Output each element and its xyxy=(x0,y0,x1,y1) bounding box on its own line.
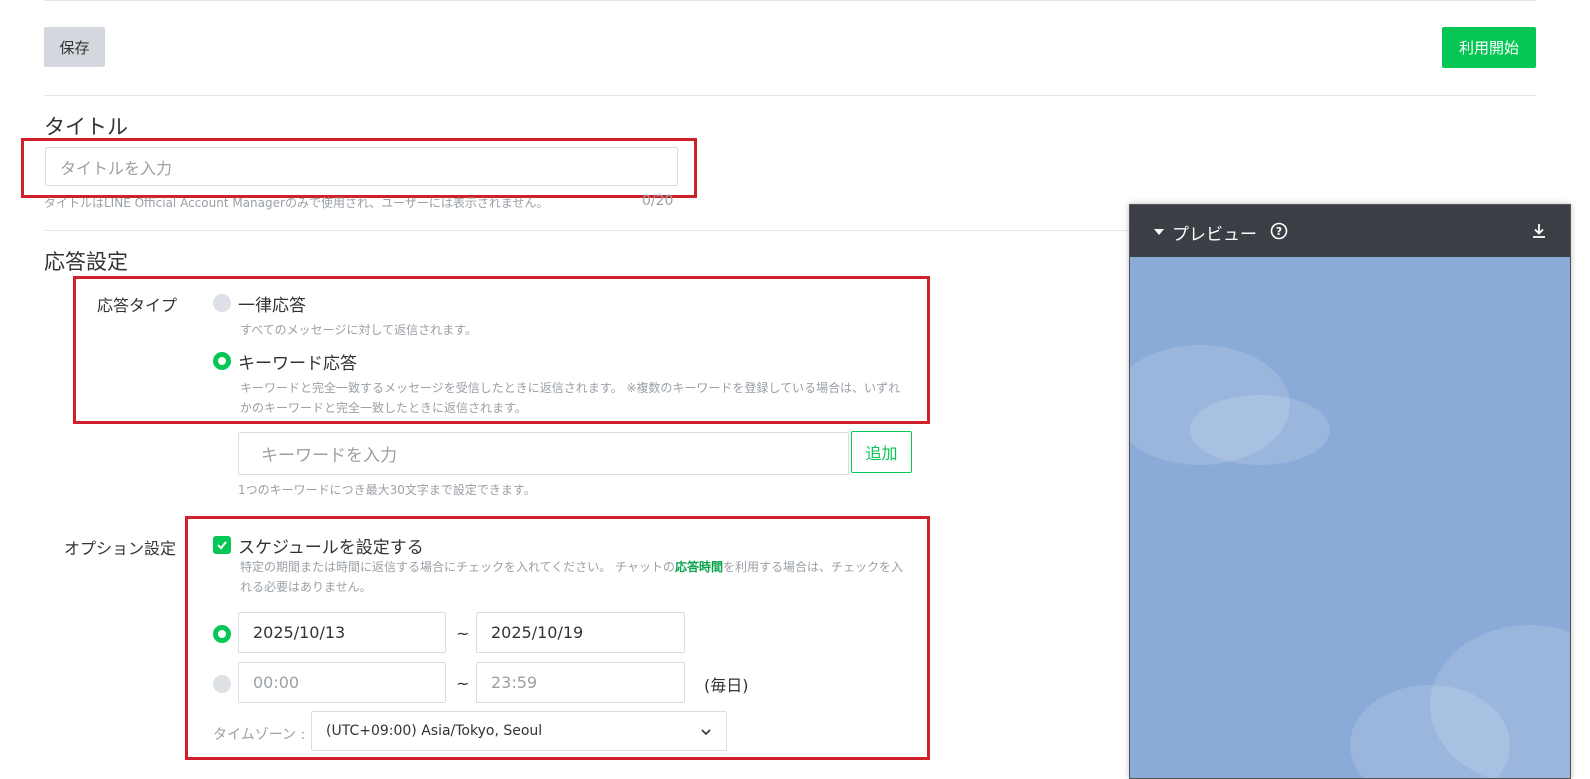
toolbar-divider xyxy=(44,95,1536,96)
help-icon[interactable]: ? xyxy=(1270,222,1288,240)
business-hours-link[interactable]: 応答時間 xyxy=(675,560,723,574)
preview-header[interactable]: プレビュー ? xyxy=(1130,205,1570,257)
download-icon[interactable] xyxy=(1530,222,1548,240)
preview-cloud xyxy=(1190,395,1330,465)
time-from-input[interactable]: 00:00 xyxy=(238,662,446,703)
response-heading: 応答設定 xyxy=(44,250,128,274)
options-label: オプション設定 xyxy=(64,539,177,558)
date-to-input[interactable]: 2025/10/19 xyxy=(476,612,685,653)
svg-text:?: ? xyxy=(1276,225,1282,238)
date-tilde: ~ xyxy=(456,624,470,643)
timezone-label: タイムゾーン : xyxy=(213,727,306,743)
option-keyword-label[interactable]: キーワード応答 xyxy=(238,349,357,374)
option-keyword-desc: キーワードと完全一致するメッセージを受信したときに返信されます。 ※複数のキーワ… xyxy=(240,381,901,415)
option-uniform-desc: すべてのメッセージに対して返信されます。 xyxy=(240,323,477,337)
date-from-input[interactable]: 2025/10/13 xyxy=(238,612,446,653)
radio-uniform[interactable] xyxy=(213,294,231,312)
time-to-input[interactable]: 23:59 xyxy=(476,662,685,703)
title-helper-text: タイトルはLINE Official Account Managerのみで使用さ… xyxy=(44,196,549,210)
option-uniform-label[interactable]: 一律応答 xyxy=(238,291,306,316)
schedule-checkbox[interactable] xyxy=(213,536,231,554)
time-tilde: ~ xyxy=(456,674,470,693)
timezone-value: (UTC+09:00) Asia/Tokyo, Seoul xyxy=(326,723,543,739)
keyword-input[interactable]: キーワードを入力 xyxy=(238,432,849,475)
add-keyword-button[interactable]: 追加 xyxy=(851,431,912,473)
title-heading: タイトル xyxy=(44,115,128,139)
radio-date-range[interactable] xyxy=(213,625,231,643)
timezone-select[interactable]: (UTC+09:00) Asia/Tokyo, Seoul xyxy=(311,711,727,751)
check-icon xyxy=(217,541,227,550)
caret-down-icon[interactable] xyxy=(1153,227,1165,237)
radio-keyword[interactable] xyxy=(213,352,231,370)
save-button[interactable]: 保存 xyxy=(44,27,105,67)
title-char-counter: 0/20 xyxy=(642,193,674,209)
preview-panel: プレビュー ? xyxy=(1129,204,1571,779)
top-divider xyxy=(44,0,1536,1)
schedule-desc-before: 特定の期間または時間に返信する場合にチェックを入れてください。 チャットの xyxy=(240,560,675,574)
start-use-button[interactable]: 利用開始 xyxy=(1442,27,1536,68)
response-type-label: 応答タイプ xyxy=(97,296,178,315)
radio-daily-time[interactable] xyxy=(213,675,231,693)
title-divider xyxy=(44,230,1129,231)
schedule-checkbox-label[interactable]: スケジュールを設定する xyxy=(238,533,424,558)
title-input[interactable]: タイトルを入力 xyxy=(45,147,678,186)
daily-label: (毎日) xyxy=(704,676,749,695)
preview-title: プレビュー xyxy=(1172,225,1257,245)
chevron-down-icon xyxy=(701,729,711,736)
keyword-helper-text: 1つのキーワードにつき最大30文字まで設定できます。 xyxy=(238,483,536,497)
schedule-desc: 特定の期間または時間に返信する場合にチェックを入れてください。 チャットの応答時… xyxy=(240,557,912,597)
